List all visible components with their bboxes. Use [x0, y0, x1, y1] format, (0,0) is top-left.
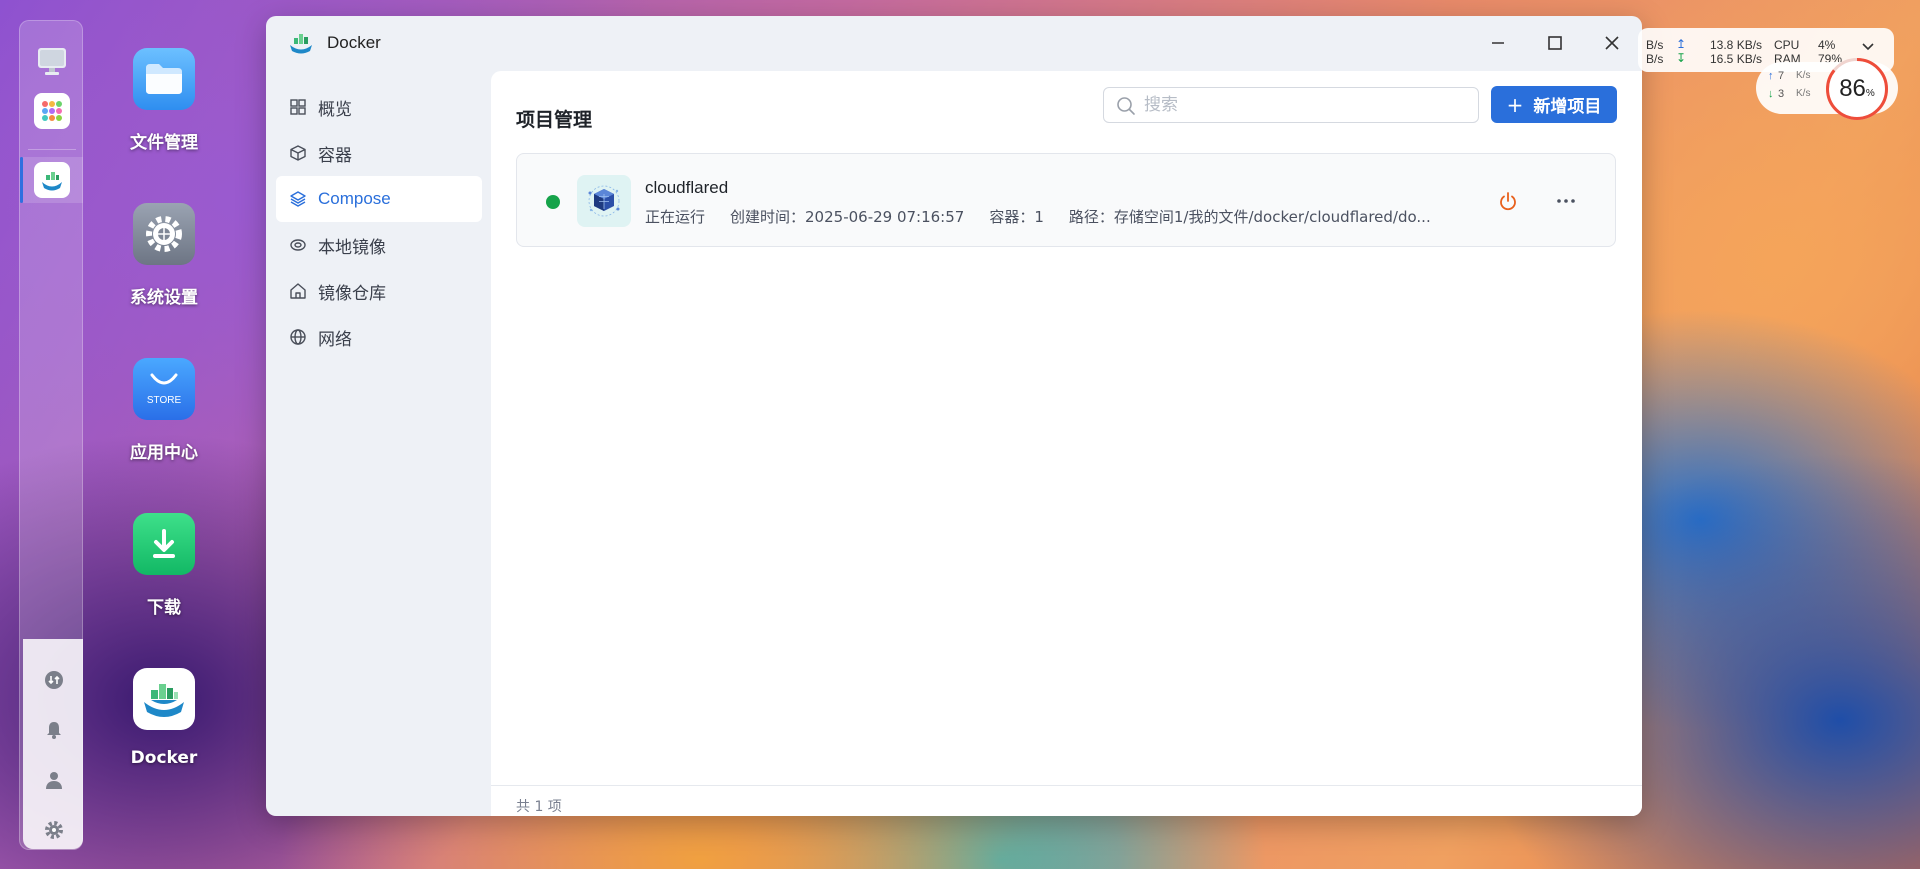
- desktop-icon-docker[interactable]: Docker: [104, 668, 224, 768]
- sidebar-item-network[interactable]: 网络: [276, 314, 482, 360]
- power-icon[interactable]: [1495, 188, 1521, 214]
- desktop-icon-system-settings[interactable]: 系统设置: [104, 203, 224, 308]
- add-project-button[interactable]: + 新增项目: [1491, 86, 1617, 123]
- store-badge: STORE: [146, 394, 182, 406]
- gauge-arc: [1826, 58, 1888, 120]
- download-icon: [133, 513, 195, 575]
- search-icon: [1116, 96, 1136, 116]
- maximize-icon[interactable]: [1544, 32, 1566, 54]
- desktop-icon-label: 应用中心: [130, 443, 198, 463]
- project-card[interactable]: cloudflared 正在运行 创建时间：2025-06-29 07:16:5…: [516, 153, 1616, 247]
- minimize-icon[interactable]: [1487, 32, 1509, 54]
- cpu-label: CPU: [1774, 38, 1800, 52]
- warehouse-icon: [288, 281, 308, 301]
- sidebar-item-label: 网络: [318, 329, 352, 350]
- sync-icon[interactable]: [43, 669, 65, 691]
- docker-dock-icon[interactable]: [34, 162, 70, 198]
- desktop-icon-file-manager[interactable]: 文件管理: [104, 48, 224, 153]
- desktop-icon-app-center[interactable]: STORE 应用中心: [104, 358, 224, 463]
- sidebar-item-registry[interactable]: 镜像仓库: [276, 268, 482, 314]
- cube-icon: [288, 143, 308, 163]
- net-down-label: B/s: [1646, 52, 1664, 66]
- chevron-down-icon[interactable]: [1862, 40, 1874, 54]
- folder-icon: [133, 48, 195, 110]
- project-name[interactable]: cloudflared: [645, 178, 728, 198]
- window-titlebar[interactable]: Docker: [266, 16, 1642, 70]
- item-count: 共 1 项: [516, 799, 562, 815]
- small-up-arrow-icon: ↑: [1768, 70, 1774, 82]
- cloudflared-cube-icon: [577, 175, 631, 227]
- close-icon[interactable]: [1601, 32, 1623, 54]
- search-box[interactable]: [1103, 87, 1479, 123]
- net-up-label: B/s: [1646, 38, 1664, 52]
- add-project-label: 新增项目: [1533, 97, 1602, 117]
- gear-icon: [133, 203, 195, 265]
- sidebar-item-label: 本地镜像: [318, 237, 386, 258]
- project-created: 创建时间：2025-06-29 07:16:57: [730, 208, 965, 226]
- status-running-dot: [546, 195, 560, 209]
- desktop-icon-label: 文件管理: [130, 133, 198, 153]
- dock-active-indicator: [20, 157, 23, 203]
- docker-whale-icon: [133, 668, 195, 730]
- usage-gauge[interactable]: 86%: [1826, 58, 1888, 120]
- plus-icon: +: [1506, 92, 1524, 117]
- more-options-icon[interactable]: [1553, 188, 1579, 214]
- sidebar-item-label: 容器: [318, 145, 352, 166]
- dock-bottom-panel: [23, 639, 83, 849]
- project-status: 正在运行: [645, 208, 706, 226]
- small-down-unit: K/s: [1796, 88, 1811, 99]
- small-up-value: 7: [1778, 70, 1785, 82]
- upload-arrow-icon: ↥: [1676, 37, 1687, 51]
- list-footer: 共 1 项: [491, 785, 1642, 816]
- desktop-icon-label: 下载: [147, 598, 181, 618]
- bell-icon[interactable]: [43, 719, 65, 741]
- small-up-unit: K/s: [1796, 70, 1811, 81]
- apps-grid-icon[interactable]: [34, 93, 70, 129]
- settings-gear-icon[interactable]: [43, 819, 65, 841]
- dock: [19, 20, 83, 850]
- desktop-icon-download[interactable]: 下载: [104, 513, 224, 618]
- project-containers: 容器：1: [989, 208, 1044, 226]
- globe-icon: [288, 327, 308, 347]
- main-panel: 项目管理 + 新增项目 cloudfl: [491, 71, 1642, 816]
- layers-icon: [288, 189, 308, 209]
- desktop-icon[interactable]: [34, 43, 70, 79]
- sidebar-item-local-images[interactable]: 本地镜像: [276, 222, 482, 268]
- sidebar-item-label: 镜像仓库: [318, 283, 386, 304]
- docker-logo-icon: [288, 30, 314, 56]
- small-down-arrow-icon: ↓: [1768, 88, 1774, 100]
- dock-separator: [28, 149, 76, 150]
- sidebar-item-label: Compose: [318, 189, 391, 208]
- small-down-value: 3: [1778, 88, 1785, 100]
- project-path: 路径：存储空间1/我的文件/docker/cloudflared/do...: [1068, 208, 1431, 226]
- docker-window: Docker 概览 容器 Compose 本地镜像 镜像仓库 网络 项目管理 搜…: [266, 16, 1642, 816]
- grid-icon: [288, 97, 308, 117]
- sidebar-item-compose[interactable]: Compose: [276, 176, 482, 222]
- page-title: 项目管理: [516, 109, 593, 131]
- upload-speed: 13.8 KB/s: [1710, 38, 1763, 52]
- sidebar-nav: 概览 容器 Compose 本地镜像 镜像仓库 网络: [276, 84, 482, 360]
- eye-icon: [288, 235, 308, 255]
- search-input[interactable]: [1144, 92, 1464, 118]
- user-icon[interactable]: [43, 769, 65, 791]
- desktop-icon-label: Docker: [130, 748, 198, 768]
- window-title: Docker: [327, 33, 381, 52]
- desktop-icon-label: 系统设置: [130, 288, 198, 308]
- cpu-value: 4%: [1818, 38, 1836, 52]
- project-meta: 正在运行 创建时间：2025-06-29 07:16:57 容器：1 路径：存储…: [645, 206, 1456, 227]
- sidebar-item-overview[interactable]: 概览: [276, 84, 482, 130]
- download-speed: 16.5 KB/s: [1710, 52, 1763, 66]
- store-icon: STORE: [133, 358, 195, 420]
- sidebar-item-containers[interactable]: 容器: [276, 130, 482, 176]
- sidebar-item-label: 概览: [318, 99, 352, 120]
- download-arrow-icon: ↧: [1676, 51, 1687, 65]
